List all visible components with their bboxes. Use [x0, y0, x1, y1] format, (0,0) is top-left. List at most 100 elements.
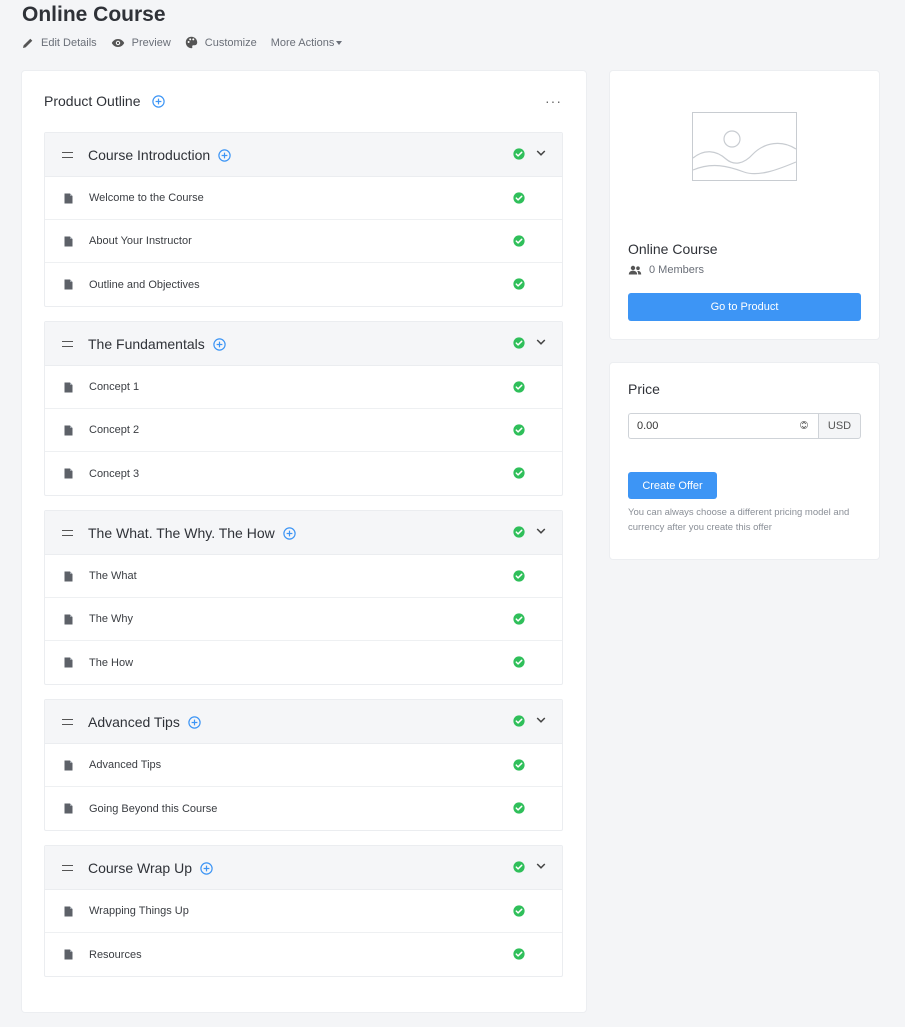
completed-check-icon	[513, 861, 525, 873]
completed-check-icon	[513, 192, 525, 204]
lesson-item[interactable]: The What	[45, 555, 562, 598]
add-lesson-icon[interactable]	[283, 527, 296, 540]
product-name: Online Course	[628, 241, 718, 257]
customize-button[interactable]: Customize	[185, 36, 257, 49]
more-actions-label: More Actions	[270, 36, 335, 49]
eye-icon	[111, 38, 124, 47]
lesson-item[interactable]: Concept 1	[45, 366, 562, 409]
lesson-title: Outline and Objectives	[89, 278, 200, 291]
completed-check-icon	[513, 337, 525, 349]
product-outline-card: Product Outline ··· Course Introduction W…	[22, 71, 586, 1012]
add-lesson-icon[interactable]	[213, 338, 226, 351]
lesson-item[interactable]: Concept 2	[45, 409, 562, 452]
section-header[interactable]: The Fundamentals	[45, 322, 562, 366]
document-icon	[64, 657, 73, 668]
chevron-down-icon[interactable]	[536, 338, 546, 346]
document-icon	[64, 193, 73, 203]
users-icon	[628, 265, 642, 275]
preview-button[interactable]: Preview	[111, 37, 171, 49]
pencil-icon	[23, 38, 33, 48]
preview-label: Preview	[131, 36, 171, 49]
section-title: Course Introduction	[88, 146, 211, 163]
drag-handle-icon[interactable]	[62, 340, 73, 347]
chevron-down-icon[interactable]	[536, 716, 546, 724]
add-lesson-icon[interactable]	[188, 716, 201, 729]
add-section-icon[interactable]	[151, 94, 165, 108]
currency-label: USD	[818, 413, 861, 439]
lesson-item[interactable]: Welcome to the Course	[45, 177, 562, 220]
completed-check-icon	[513, 467, 525, 479]
drag-handle-icon[interactable]	[62, 529, 73, 536]
outline-section: Course Wrap Up Wrapping Things Up Resource…	[44, 845, 563, 977]
document-icon	[64, 236, 73, 246]
go-to-product-button[interactable]: Go to Product	[628, 293, 861, 321]
completed-check-icon	[513, 802, 525, 814]
lesson-title: The What	[89, 570, 137, 582]
outline-header: Product Outline	[44, 93, 165, 109]
section-header[interactable]: Advanced Tips	[45, 700, 562, 744]
lesson-item[interactable]: Wrapping Things Up	[45, 890, 562, 933]
lesson-title: Resources	[89, 948, 142, 961]
drag-handle-icon[interactable]	[62, 151, 73, 158]
completed-check-icon	[513, 526, 525, 538]
add-lesson-icon[interactable]	[218, 149, 231, 162]
spinner-icon[interactable]	[800, 418, 808, 432]
completed-check-icon	[513, 715, 525, 727]
document-icon	[64, 760, 73, 770]
lesson-item[interactable]: The Why	[45, 598, 562, 641]
document-icon	[64, 614, 73, 624]
section-title: Course Wrap Up	[88, 859, 193, 876]
completed-check-icon	[513, 948, 525, 960]
lesson-item[interactable]: Concept 3	[45, 452, 562, 495]
edit-details-label: Edit Details	[41, 36, 97, 49]
lesson-title: Concept 1	[89, 381, 140, 393]
price-title: Price	[628, 381, 660, 397]
lesson-title: Going Beyond this Course	[89, 802, 218, 815]
lesson-title: Wrapping Things Up	[89, 905, 189, 917]
completed-check-icon	[513, 235, 525, 247]
outline-title: Product Outline	[44, 93, 141, 109]
section-header[interactable]: Course Introduction	[45, 133, 562, 177]
section-title: Advanced Tips	[88, 713, 180, 730]
edit-details-button[interactable]: Edit Details	[22, 37, 97, 49]
lesson-title: Concept 2	[89, 424, 140, 436]
lesson-item[interactable]: About Your Instructor	[45, 220, 562, 263]
document-icon	[64, 906, 73, 916]
lesson-item[interactable]: Advanced Tips	[45, 744, 562, 787]
palette-icon	[185, 36, 197, 49]
product-card: Online Course 0 Members Go to Product	[610, 71, 879, 339]
caret-down-icon	[336, 40, 343, 45]
section-title: The What. The Why. The How	[88, 524, 275, 541]
outline-section: Course Introduction Welcome to the Course…	[44, 132, 563, 307]
section-header[interactable]: The What. The Why. The How	[45, 511, 562, 555]
more-actions-dropdown[interactable]: More Actions	[271, 37, 343, 49]
lesson-item[interactable]: The How	[45, 641, 562, 684]
completed-check-icon	[513, 613, 525, 625]
create-offer-button[interactable]: Create Offer	[628, 472, 717, 499]
section-title: The Fundamentals	[88, 335, 205, 352]
completed-check-icon	[513, 570, 525, 582]
completed-check-icon	[513, 148, 525, 160]
lesson-item[interactable]: Resources	[45, 933, 562, 976]
add-lesson-icon[interactable]	[200, 862, 213, 875]
lesson-title: Welcome to the Course	[89, 192, 204, 204]
price-input[interactable]	[628, 413, 818, 439]
pricing-hint: You can always choose a different pricin…	[628, 507, 850, 533]
drag-handle-icon[interactable]	[62, 864, 73, 871]
customize-label: Customize	[204, 36, 257, 49]
image-placeholder-icon	[692, 112, 797, 181]
section-header[interactable]: Course Wrap Up	[45, 846, 562, 890]
lesson-item[interactable]: Outline and Objectives	[45, 263, 562, 306]
document-icon	[64, 571, 73, 581]
lesson-title: The How	[89, 656, 134, 669]
lesson-title: The Why	[89, 613, 134, 625]
page-title: Online Course	[22, 3, 166, 26]
more-options-icon[interactable]: ···	[545, 93, 562, 109]
chevron-down-icon[interactable]	[536, 862, 546, 870]
chevron-down-icon[interactable]	[536, 149, 546, 157]
lesson-item[interactable]: Going Beyond this Course	[45, 787, 562, 830]
completed-check-icon	[513, 424, 525, 436]
lesson-title: Advanced Tips	[89, 759, 162, 771]
drag-handle-icon[interactable]	[62, 718, 73, 725]
chevron-down-icon[interactable]	[536, 527, 546, 535]
